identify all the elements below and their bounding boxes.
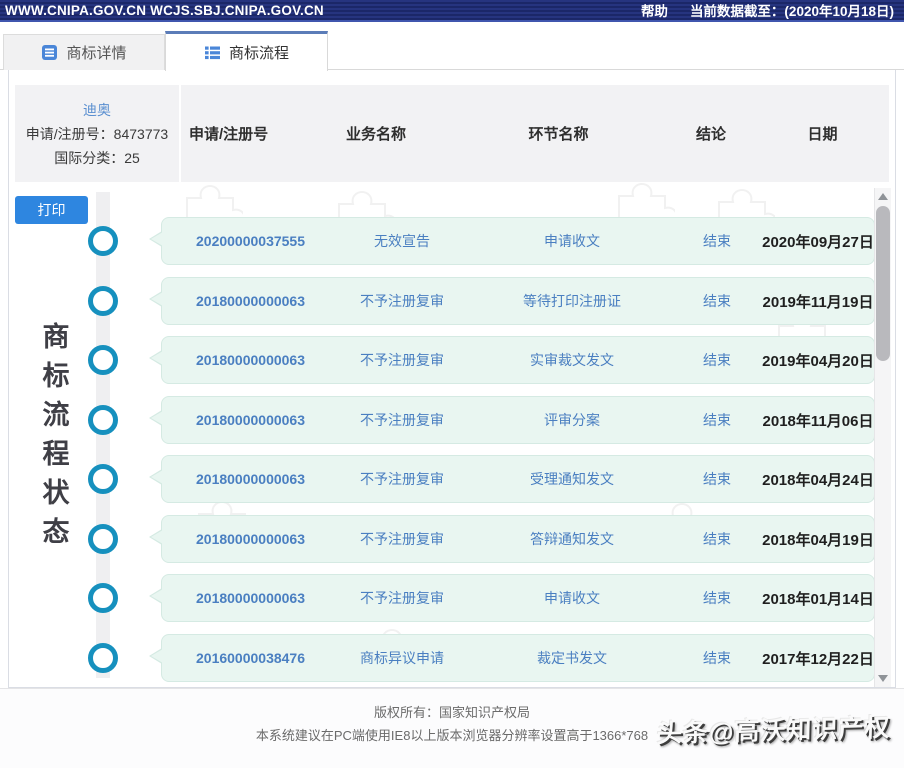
row-reg-no[interactable]: 20180000000063	[162, 412, 332, 428]
vertical-scrollbar[interactable]	[874, 188, 891, 687]
row-business-name: 不予注册复审	[332, 410, 472, 430]
row-business-name: 商标异议申请	[332, 648, 472, 668]
scroll-up-arrow-icon[interactable]	[878, 193, 888, 200]
row-reg-no[interactable]: 20180000000063	[162, 471, 332, 487]
vertical-title: 商标流程状态	[39, 318, 73, 552]
trademark-reg-no: 申请/注册号：8473773	[26, 124, 168, 144]
timeline-node-icon	[88, 583, 118, 613]
timeline-node-icon	[88, 226, 118, 256]
timeline-node-icon	[88, 286, 118, 316]
row-reg-no[interactable]: 20180000000063	[162, 531, 332, 547]
column-header: 结论	[666, 123, 756, 144]
page-footer: 版权所有：国家知识产权局 本系统建议在PC端使用IE8以上版本浏览器分辨率设置高…	[0, 688, 904, 768]
table-row: 20180000000063不予注册复审申请收文结束2018年01月14日	[161, 574, 875, 622]
row-step-name: 实审裁文发文	[472, 350, 672, 370]
row-date: 2018年04月24日	[762, 469, 874, 490]
table-row: 20180000000063不予注册复审受理通知发文结束2018年04月24日	[161, 455, 875, 503]
row-step-name: 申请收文	[472, 231, 672, 251]
row-step-name: 受理通知发文	[472, 469, 672, 489]
row-step-name: 答辩通知发文	[472, 529, 672, 549]
tab-strip: 商标详情 商标流程	[0, 30, 904, 70]
column-header: 业务名称	[301, 123, 451, 144]
tab-label: 商标详情	[66, 42, 126, 63]
row-date: 2019年11月19日	[762, 291, 874, 312]
row-reg-no[interactable]: 20180000000063	[162, 590, 332, 606]
row-business-name: 不予注册复审	[332, 291, 472, 311]
tab-trademark-details[interactable]: 商标详情	[3, 34, 165, 70]
trademark-intl-class: 国际分类：25	[54, 148, 140, 168]
column-header: 日期	[756, 123, 889, 144]
flow-panel: 迪奥 申请/注册号：8473773 国际分类：25 申请/注册号业务名称环节名称…	[8, 70, 896, 688]
row-date: 2018年01月14日	[762, 588, 874, 609]
timeline-node-icon	[88, 464, 118, 494]
table-row: 20200000037555无效宣告申请收文结束2020年09月27日	[161, 217, 875, 265]
row-date: 2018年04月19日	[762, 529, 874, 550]
top-bar: WWW.CNIPA.GOV.CN WCJS.SBJ.CNIPA.GOV.CN 帮…	[0, 0, 904, 22]
row-conclusion: 结束	[672, 648, 762, 668]
row-conclusion: 结束	[672, 410, 762, 430]
table-header: 申请/注册号业务名称环节名称结论日期	[181, 85, 889, 182]
site-url: WWW.CNIPA.GOV.CN WCJS.SBJ.CNIPA.GOV.CN	[5, 3, 324, 18]
row-date: 2020年09月27日	[762, 231, 874, 252]
row-reg-no[interactable]: 20180000000063	[162, 352, 332, 368]
timeline-node-icon	[88, 524, 118, 554]
timeline-node-icon	[88, 345, 118, 375]
row-business-name: 不予注册复审	[332, 588, 472, 608]
row-reg-no[interactable]: 20160000038476	[162, 650, 332, 666]
scroll-down-arrow-icon[interactable]	[878, 675, 888, 682]
document-icon	[41, 44, 58, 61]
row-step-name: 评审分案	[472, 410, 672, 430]
tab-trademark-flow[interactable]: 商标流程	[165, 31, 328, 71]
column-header: 环节名称	[451, 123, 666, 144]
row-reg-no[interactable]: 20200000037555	[162, 233, 332, 249]
scrollbar-thumb[interactable]	[876, 206, 890, 361]
row-date: 2018年11月06日	[762, 410, 874, 431]
row-business-name: 不予注册复审	[332, 529, 472, 549]
trademark-info-box: 迪奥 申请/注册号：8473773 国际分类：25	[15, 85, 179, 182]
table-row: 20180000000063不予注册复审答辩通知发文结束2018年04月19日	[161, 515, 875, 563]
toutiao-watermark: 头条@高沃知识产权	[656, 708, 890, 750]
row-reg-no[interactable]: 20180000000063	[162, 293, 332, 309]
table-row: 20180000000063不予注册复审实审裁文发文结束2019年04月20日	[161, 336, 875, 384]
row-conclusion: 结束	[672, 469, 762, 489]
row-business-name: 不予注册复审	[332, 350, 472, 370]
table-row: 20180000000063不予注册复审等待打印注册证结束2019年11月19日	[161, 277, 875, 325]
row-conclusion: 结束	[672, 231, 762, 251]
column-header: 申请/注册号	[181, 123, 301, 144]
list-icon	[204, 44, 221, 61]
timeline-node-icon	[88, 405, 118, 435]
print-button[interactable]: 打印	[15, 196, 88, 224]
row-business-name: 无效宣告	[332, 231, 472, 251]
table-row: 20180000000063不予注册复审评审分案结束2018年11月06日	[161, 396, 875, 444]
row-conclusion: 结束	[672, 350, 762, 370]
row-conclusion: 结束	[672, 588, 762, 608]
row-conclusion: 结束	[672, 529, 762, 549]
row-step-name: 裁定书发文	[472, 648, 672, 668]
timeline-node-icon	[88, 643, 118, 673]
row-date: 2017年12月22日	[762, 648, 874, 669]
row-conclusion: 结束	[672, 291, 762, 311]
row-step-name: 等待打印注册证	[472, 291, 672, 311]
data-cutoff-label: 当前数据截至：(2020年10月18日)	[690, 0, 894, 20]
tab-label: 商标流程	[229, 42, 289, 63]
table-row: 20160000038476商标异议申请裁定书发文结束2017年12月22日	[161, 634, 875, 682]
trademark-name-link[interactable]: 迪奥	[83, 100, 111, 120]
row-date: 2019年04月20日	[762, 350, 874, 371]
help-link[interactable]: 帮助	[641, 0, 668, 20]
row-step-name: 申请收文	[472, 588, 672, 608]
row-business-name: 不予注册复审	[332, 469, 472, 489]
